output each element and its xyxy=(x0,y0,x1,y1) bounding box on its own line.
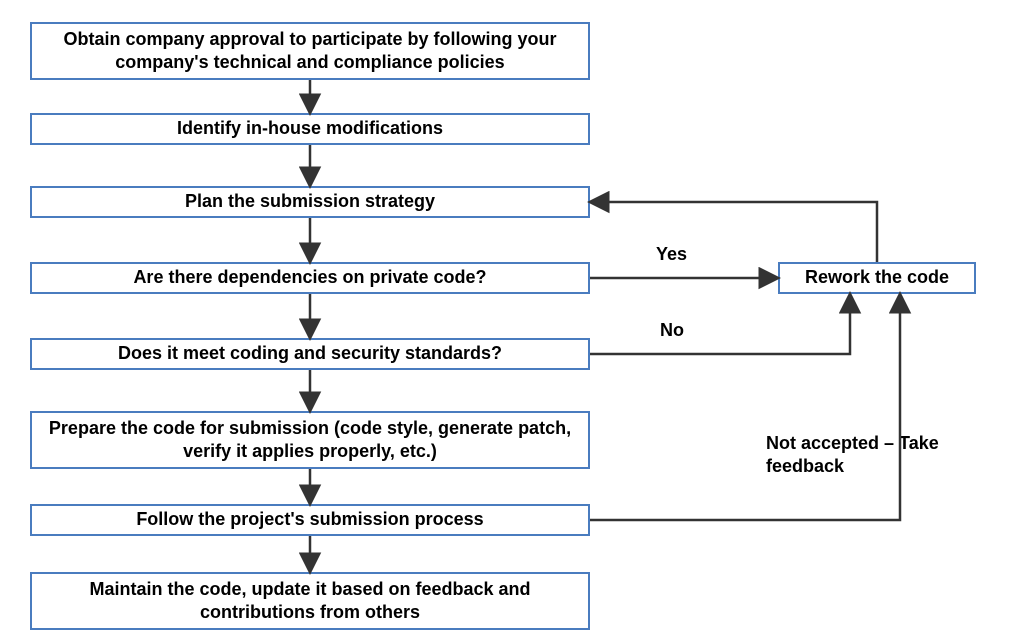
step-maintain-code: Maintain the code, update it based on fe… xyxy=(30,572,590,630)
flow-arrows xyxy=(0,0,1024,642)
step-label: Follow the project's submission process xyxy=(136,508,483,531)
step-label: Plan the submission strategy xyxy=(185,190,435,213)
step-label: Obtain company approval to participate b… xyxy=(46,28,574,75)
step-label: Identify in-house modifications xyxy=(177,117,443,140)
step-obtain-approval: Obtain company approval to participate b… xyxy=(30,22,590,80)
edge-label-no: No xyxy=(658,320,686,341)
step-label: Rework the code xyxy=(805,266,949,289)
step-plan-submission: Plan the submission strategy xyxy=(30,186,590,218)
step-label: Does it meet coding and security standar… xyxy=(118,342,502,365)
step-follow-process: Follow the project's submission process xyxy=(30,504,590,536)
step-label: Prepare the code for submission (code st… xyxy=(46,417,574,464)
step-rework-code: Rework the code xyxy=(778,262,976,294)
step-dependencies-question: Are there dependencies on private code? xyxy=(30,262,590,294)
step-prepare-code: Prepare the code for submission (code st… xyxy=(30,411,590,469)
edge-label-yes: Yes xyxy=(654,244,689,265)
step-label: Maintain the code, update it based on fe… xyxy=(46,578,574,625)
step-standards-question: Does it meet coding and security standar… xyxy=(30,338,590,370)
step-identify-mods: Identify in-house modifications xyxy=(30,113,590,145)
edge-label-not-accepted: Not accepted – Take feedback xyxy=(764,432,964,477)
step-label: Are there dependencies on private code? xyxy=(133,266,486,289)
